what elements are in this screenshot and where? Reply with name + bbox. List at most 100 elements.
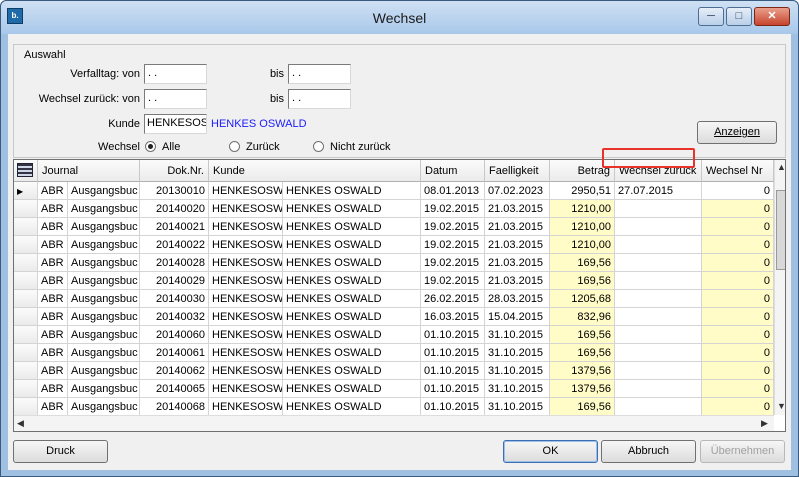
- table-row[interactable]: ABR Ausgangsbuc 20140062 HENKESOSW HENKES OS…: [14, 362, 774, 380]
- cell-datum[interactable]: 19.02.2015: [421, 236, 485, 254]
- cell-kunde-name[interactable]: HENKES OSWALD: [283, 200, 421, 218]
- cell-journal-name[interactable]: Ausgangsbuc: [68, 272, 140, 290]
- cell-kunde-name[interactable]: HENKES OSWALD: [283, 272, 421, 290]
- cell-wechsel-nr[interactable]: 0: [702, 380, 774, 398]
- cell-betrag[interactable]: 169,56: [550, 272, 615, 290]
- cell-kunde-code[interactable]: HENKESOSW: [209, 290, 283, 308]
- cell-journal-code[interactable]: ABR: [38, 218, 68, 236]
- cell-wechsel-nr[interactable]: 0: [702, 218, 774, 236]
- cell-betrag[interactable]: 169,56: [550, 398, 615, 416]
- cell-datum[interactable]: 01.10.2015: [421, 326, 485, 344]
- cell-doknr[interactable]: 20140060: [140, 326, 209, 344]
- verfalltag-bis-input[interactable]: . .: [288, 64, 351, 84]
- cell-faelligkeit[interactable]: 31.10.2015: [485, 362, 550, 380]
- cell-journal-code[interactable]: ABR: [38, 380, 68, 398]
- cell-betrag[interactable]: 1379,56: [550, 362, 615, 380]
- cell-kunde-name[interactable]: HENKES OSWALD: [283, 380, 421, 398]
- cell-journal-code[interactable]: ABR: [38, 308, 68, 326]
- table-row[interactable]: ABR Ausgangsbuc 20140020 HENKESOSW HENKES OS…: [14, 200, 774, 218]
- cell-doknr[interactable]: 20140030: [140, 290, 209, 308]
- cell-datum[interactable]: 19.02.2015: [421, 272, 485, 290]
- cell-betrag[interactable]: 169,56: [550, 344, 615, 362]
- cell-faelligkeit[interactable]: 31.10.2015: [485, 398, 550, 416]
- cell-journal-name[interactable]: Ausgangsbuc: [68, 398, 140, 416]
- wechsel-grid[interactable]: Journal Dok.Nr. Kunde Datum Faelligkeit …: [13, 159, 786, 432]
- table-row[interactable]: ABR Ausgangsbuc 20140061 HENKESOSW HENKES OS…: [14, 344, 774, 362]
- cell-faelligkeit[interactable]: 31.10.2015: [485, 380, 550, 398]
- table-row[interactable]: ▶ ABR Ausgangsbuc 20130010 HENKESOSW HENKES O…: [14, 182, 774, 200]
- cell-wechsel-nr[interactable]: 0: [702, 182, 774, 200]
- table-row[interactable]: ABR Ausgangsbuc 20140068 HENKESOSW HENKES OS…: [14, 398, 774, 416]
- cell-doknr[interactable]: 20140032: [140, 308, 209, 326]
- cell-wechsel-zurueck[interactable]: [615, 398, 702, 416]
- cell-kunde-name[interactable]: HENKES OSWALD: [283, 254, 421, 272]
- vertical-scrollbar[interactable]: ▲ ▼: [774, 160, 785, 415]
- cell-journal-name[interactable]: Ausgangsbuc: [68, 290, 140, 308]
- close-button[interactable]: ✕: [754, 7, 790, 26]
- cell-doknr[interactable]: 20140022: [140, 236, 209, 254]
- radio-nicht-zurueck[interactable]: [313, 141, 324, 152]
- col-header-faelligkeit[interactable]: Faelligkeit: [485, 160, 550, 182]
- uebernehmen-button[interactable]: Übernehmen: [700, 440, 785, 463]
- cell-faelligkeit[interactable]: 21.03.2015: [485, 200, 550, 218]
- table-row[interactable]: ABR Ausgangsbuc 20140022 HENKESOSW HENKES OS…: [14, 236, 774, 254]
- cell-wechsel-zurueck[interactable]: 27.07.2015: [615, 182, 702, 200]
- anzeigen-button[interactable]: Anzeigen: [697, 121, 777, 144]
- cell-datum[interactable]: 01.10.2015: [421, 380, 485, 398]
- cell-datum[interactable]: 01.10.2015: [421, 398, 485, 416]
- scroll-down-icon[interactable]: ▼: [777, 401, 785, 411]
- col-header-wechsel-nr[interactable]: Wechsel Nr: [702, 160, 774, 182]
- cell-doknr[interactable]: 20140061: [140, 344, 209, 362]
- cell-doknr[interactable]: 20140021: [140, 218, 209, 236]
- cell-wechsel-zurueck[interactable]: [615, 218, 702, 236]
- cell-journal-name[interactable]: Ausgangsbuc: [68, 182, 140, 200]
- cell-kunde-name[interactable]: HENKES OSWALD: [283, 290, 421, 308]
- cell-kunde-name[interactable]: HENKES OSWALD: [283, 218, 421, 236]
- cell-doknr[interactable]: 20140062: [140, 362, 209, 380]
- cell-kunde-code[interactable]: HENKESOSW: [209, 344, 283, 362]
- druck-button[interactable]: Druck: [13, 440, 108, 463]
- cell-betrag[interactable]: 1205,68: [550, 290, 615, 308]
- cell-doknr[interactable]: 20140068: [140, 398, 209, 416]
- cell-wechsel-zurueck[interactable]: [615, 236, 702, 254]
- radio-alle[interactable]: [145, 141, 156, 152]
- cell-wechsel-zurueck[interactable]: [615, 326, 702, 344]
- cell-wechsel-zurueck[interactable]: [615, 362, 702, 380]
- cell-wechsel-zurueck[interactable]: [615, 344, 702, 362]
- cell-faelligkeit[interactable]: 31.10.2015: [485, 344, 550, 362]
- cell-journal-name[interactable]: Ausgangsbuc: [68, 200, 140, 218]
- radio-zurueck[interactable]: [229, 141, 240, 152]
- cell-wechsel-nr[interactable]: 0: [702, 308, 774, 326]
- cell-wechsel-nr[interactable]: 0: [702, 326, 774, 344]
- cell-journal-code[interactable]: ABR: [38, 254, 68, 272]
- cell-kunde-code[interactable]: HENKESOSW: [209, 308, 283, 326]
- cell-doknr[interactable]: 20140020: [140, 200, 209, 218]
- cell-doknr[interactable]: 20140028: [140, 254, 209, 272]
- cell-faelligkeit[interactable]: 31.10.2015: [485, 326, 550, 344]
- cell-wechsel-nr[interactable]: 0: [702, 290, 774, 308]
- cell-kunde-code[interactable]: HENKESOSW: [209, 200, 283, 218]
- cell-kunde-code[interactable]: HENKESOSW: [209, 236, 283, 254]
- cell-journal-code[interactable]: ABR: [38, 272, 68, 290]
- cell-journal-name[interactable]: Ausgangsbuc: [68, 236, 140, 254]
- scroll-right-icon[interactable]: ▶: [761, 418, 768, 429]
- cell-betrag[interactable]: 169,56: [550, 326, 615, 344]
- cell-betrag[interactable]: 1210,00: [550, 236, 615, 254]
- verfalltag-von-input[interactable]: . .: [144, 64, 207, 84]
- cell-journal-code[interactable]: ABR: [38, 290, 68, 308]
- cell-journal-name[interactable]: Ausgangsbuc: [68, 254, 140, 272]
- ok-button[interactable]: OK: [503, 440, 598, 463]
- cell-kunde-code[interactable]: HENKESOSW: [209, 218, 283, 236]
- cell-wechsel-zurueck[interactable]: [615, 290, 702, 308]
- cell-faelligkeit[interactable]: 15.04.2015: [485, 308, 550, 326]
- cell-doknr[interactable]: 20140029: [140, 272, 209, 290]
- col-header-journal[interactable]: Journal: [38, 160, 140, 182]
- abbruch-button[interactable]: Abbruch: [601, 440, 696, 463]
- cell-kunde-name[interactable]: HENKES OSWALD: [283, 344, 421, 362]
- cell-kunde-code[interactable]: HENKESOSW: [209, 398, 283, 416]
- cell-datum[interactable]: 19.02.2015: [421, 218, 485, 236]
- cell-kunde-name[interactable]: HENKES OSWALD: [283, 362, 421, 380]
- table-row[interactable]: ABR Ausgangsbuc 20140021 HENKESOSW HENKES OS…: [14, 218, 774, 236]
- wechsel-zurueck-bis-input[interactable]: . .: [288, 89, 351, 109]
- title-bar[interactable]: b. Wechsel ─ □ ✕: [1, 1, 798, 34]
